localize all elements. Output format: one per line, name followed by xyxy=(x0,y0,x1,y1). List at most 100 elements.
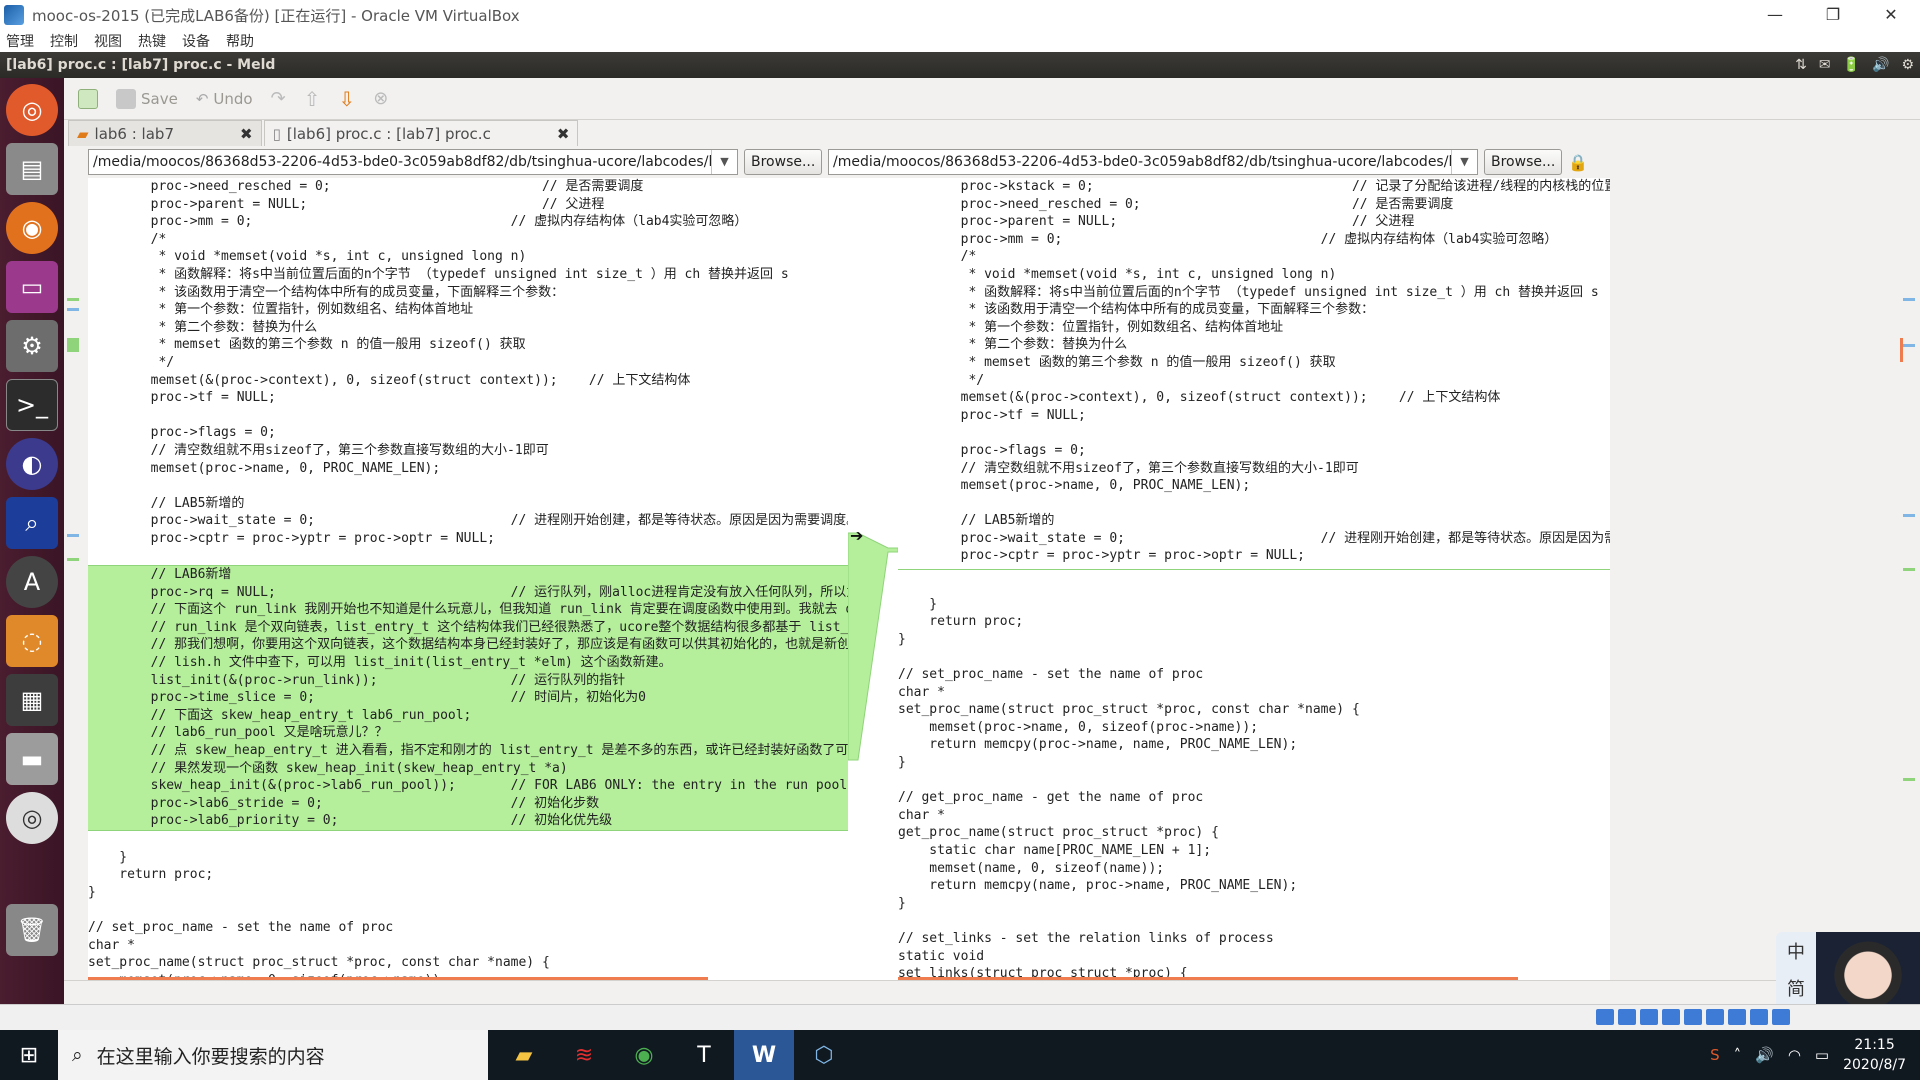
inserted-chunk[interactable]: // LAB6新增 proc->rq = NULL; // 运行队列，刚allo… xyxy=(88,565,848,831)
chrome-icon[interactable]: ◉ xyxy=(614,1030,674,1080)
diff-link-svg: ➔ xyxy=(847,526,899,761)
app-icon[interactable]: ▭ xyxy=(6,261,58,313)
code-line: memset(proc->name, 0, sizeof(proc->name)… xyxy=(898,719,1259,735)
code-line: */ xyxy=(898,372,985,388)
hdd-icon xyxy=(1596,1009,1614,1025)
ime-simplified-button[interactable]: 简 xyxy=(1787,975,1805,1001)
menu-help[interactable]: 帮助 xyxy=(226,31,254,51)
code-line: char * xyxy=(898,684,945,700)
search-icon: ⌕ xyxy=(72,1044,83,1066)
close-button[interactable]: ✕ xyxy=(1862,0,1920,30)
code-line: static char name[PROC_NAME_LEN + 1]; xyxy=(898,842,1212,858)
workspace-icon[interactable]: ▦ xyxy=(6,674,58,726)
windows-start-button[interactable]: ⊞ xyxy=(0,1030,58,1080)
left-code-before: proc->need_resched = 0; // 是否需要调度 proc->… xyxy=(88,178,848,565)
taskbar-search-box[interactable]: ⌕ 在这里输入你要搜索的内容 xyxy=(58,1030,488,1080)
code-line: * memset 函数的第三个参数 n 的值一般用 sizeof() 获取 xyxy=(88,337,526,353)
code-line: static void xyxy=(898,948,985,964)
tab-file-compare[interactable]: ▯ [lab6] proc.c : [lab7] proc.c ✖ xyxy=(263,120,579,146)
ubuntu-dash-icon[interactable]: ◎ xyxy=(6,84,58,136)
code-line: * void *memset(void *s, int c, unsigned … xyxy=(88,249,527,265)
previous-change-button[interactable]: ⇧ xyxy=(298,85,327,113)
shared-folder-icon xyxy=(1706,1009,1724,1025)
menu-hotkeys[interactable]: 热键 xyxy=(138,31,166,51)
tab-folder-compare[interactable]: ▰ lab6 : lab7 ✖ xyxy=(68,120,262,146)
typora-icon[interactable]: T xyxy=(674,1030,734,1080)
mail-icon[interactable]: ✉ xyxy=(1819,57,1831,73)
close-tab-icon[interactable]: ✖ xyxy=(240,125,253,143)
right-browse-button[interactable]: Browse... xyxy=(1484,149,1563,175)
left-editor-pane[interactable]: proc->need_resched = 0; // 是否需要调度 proc->… xyxy=(88,178,848,980)
display-icon xyxy=(1728,1009,1746,1025)
code-line: proc->lab6_stride = 0; // 初始化步数 xyxy=(88,795,600,811)
search-app-icon[interactable]: ⌕ xyxy=(6,497,58,549)
firefox-icon[interactable]: ◉ xyxy=(6,202,58,254)
gear-icon[interactable]: ⚙ xyxy=(1901,57,1914,73)
drive-icon[interactable]: ▬ xyxy=(6,733,58,785)
undo-button[interactable]: ↶ Undo xyxy=(190,88,259,110)
chevron-down-icon[interactable]: ▼ xyxy=(1451,150,1477,174)
app-red-icon[interactable]: ≋ xyxy=(554,1030,614,1080)
chevron-up-icon[interactable]: ˄ xyxy=(1734,1046,1742,1064)
optical-icon xyxy=(1618,1009,1636,1025)
terminal-icon[interactable]: >_ xyxy=(6,379,58,431)
blender-icon[interactable]: ◌ xyxy=(6,615,58,667)
redo-button[interactable]: ↷ xyxy=(265,86,292,111)
settings-icon[interactable]: ⚙ xyxy=(6,320,58,372)
minimize-button[interactable]: — xyxy=(1746,0,1804,30)
trash-icon[interactable]: 🗑 xyxy=(6,904,58,956)
files-icon[interactable]: ▤ xyxy=(6,143,58,195)
menu-control[interactable]: 控制 xyxy=(50,31,78,51)
menu-manage[interactable]: 管理 xyxy=(6,31,34,51)
stop-button[interactable]: ⊗ xyxy=(367,86,394,111)
menu-view[interactable]: 视图 xyxy=(94,31,122,51)
volume-icon[interactable]: 🔊 xyxy=(1872,57,1889,73)
right-path-combo[interactable]: /media/moocos/86368d53-2206-4d53-bde0-3c… xyxy=(828,149,1478,175)
unity-launcher: ◎ ▤ ◉ ▭ ⚙ >_ ◐ ⌕ A ◌ ▦ ▬ ◎ 🗑 xyxy=(0,78,64,1004)
code-line: proc->tf = NULL; xyxy=(898,407,1086,423)
network-icon[interactable]: ⇅ xyxy=(1795,57,1807,73)
battery-icon[interactable]: ▭ xyxy=(1815,1046,1829,1064)
left-browse-button[interactable]: Browse... xyxy=(744,149,823,175)
host-titlebar: mooc-os-2015 (已完成LAB6备份) [正在运行] - Oracle… xyxy=(0,0,1920,30)
save-button[interactable]: Save xyxy=(110,87,184,111)
eclipse-icon[interactable]: ◐ xyxy=(6,438,58,490)
ime-mode-button[interactable]: 中 xyxy=(1787,938,1805,964)
save-icon xyxy=(116,88,136,109)
new-comparison-button[interactable] xyxy=(72,87,104,111)
host-menubar: 管理 控制 视图 热键 设备 帮助 xyxy=(0,30,1920,52)
meld-statusbar xyxy=(64,980,1920,1004)
restore-button[interactable]: ❐ xyxy=(1804,0,1862,30)
code-line: } xyxy=(898,596,938,612)
diff-link-area[interactable]: ➔ xyxy=(847,178,899,980)
code-line: */ xyxy=(88,354,175,370)
meld-window-title: [lab6] proc.c : [lab7] proc.c - Meld xyxy=(6,57,276,73)
wifi-icon[interactable]: ◠ xyxy=(1788,1046,1801,1064)
software-center-icon[interactable]: A xyxy=(6,556,58,608)
battery-icon[interactable]: 🔋 xyxy=(1843,57,1860,73)
code-line: proc->kstack = 0; // 记录了分配给该进程/线程的内核栈的位置 xyxy=(898,179,1610,194)
disc-icon[interactable]: ◎ xyxy=(6,792,58,844)
left-overview-gutter[interactable] xyxy=(64,178,82,980)
right-editor-pane[interactable]: proc->kstack = 0; // 记录了分配给该进程/线程的内核栈的位置… xyxy=(898,178,1610,980)
code-line: set_proc_name(struct proc_struct *proc, … xyxy=(898,702,1360,718)
app-tray-icon[interactable]: S xyxy=(1710,1046,1720,1064)
chevron-down-icon[interactable]: ▼ xyxy=(711,150,737,174)
code-line: * 第一个参数：位置指针，例如数组名、结构体首地址 xyxy=(898,319,1284,335)
code-line: proc->wait_state = 0; // 进程刚开始创建，都是等待状态。… xyxy=(88,513,848,529)
virtualbox-icon[interactable]: ⬡ xyxy=(794,1030,854,1080)
speaker-icon[interactable]: 🔊 xyxy=(1755,1046,1774,1064)
next-change-button[interactable]: ⇩ xyxy=(332,85,361,113)
clock[interactable]: 21:15 2020/8/7 xyxy=(1843,1035,1906,1075)
left-path-combo[interactable]: /media/moocos/86368d53-2206-4d53-bde0-3c… xyxy=(88,149,738,175)
close-tab-icon[interactable]: ✖ xyxy=(557,125,570,143)
right-overview-gutter[interactable] xyxy=(1900,178,1920,980)
meld-toolbar: Save ↶ Undo ↷ ⇧ ⇩ ⊗ xyxy=(64,78,1920,120)
word-icon[interactable]: W xyxy=(734,1030,794,1080)
file-explorer-icon[interactable]: ▰ xyxy=(494,1030,554,1080)
code-line: proc->need_resched = 0; // 是否需要调度 xyxy=(898,196,1454,212)
code-line: get_proc_name(struct proc_struct *proc) … xyxy=(898,825,1219,841)
menu-devices[interactable]: 设备 xyxy=(182,31,210,51)
